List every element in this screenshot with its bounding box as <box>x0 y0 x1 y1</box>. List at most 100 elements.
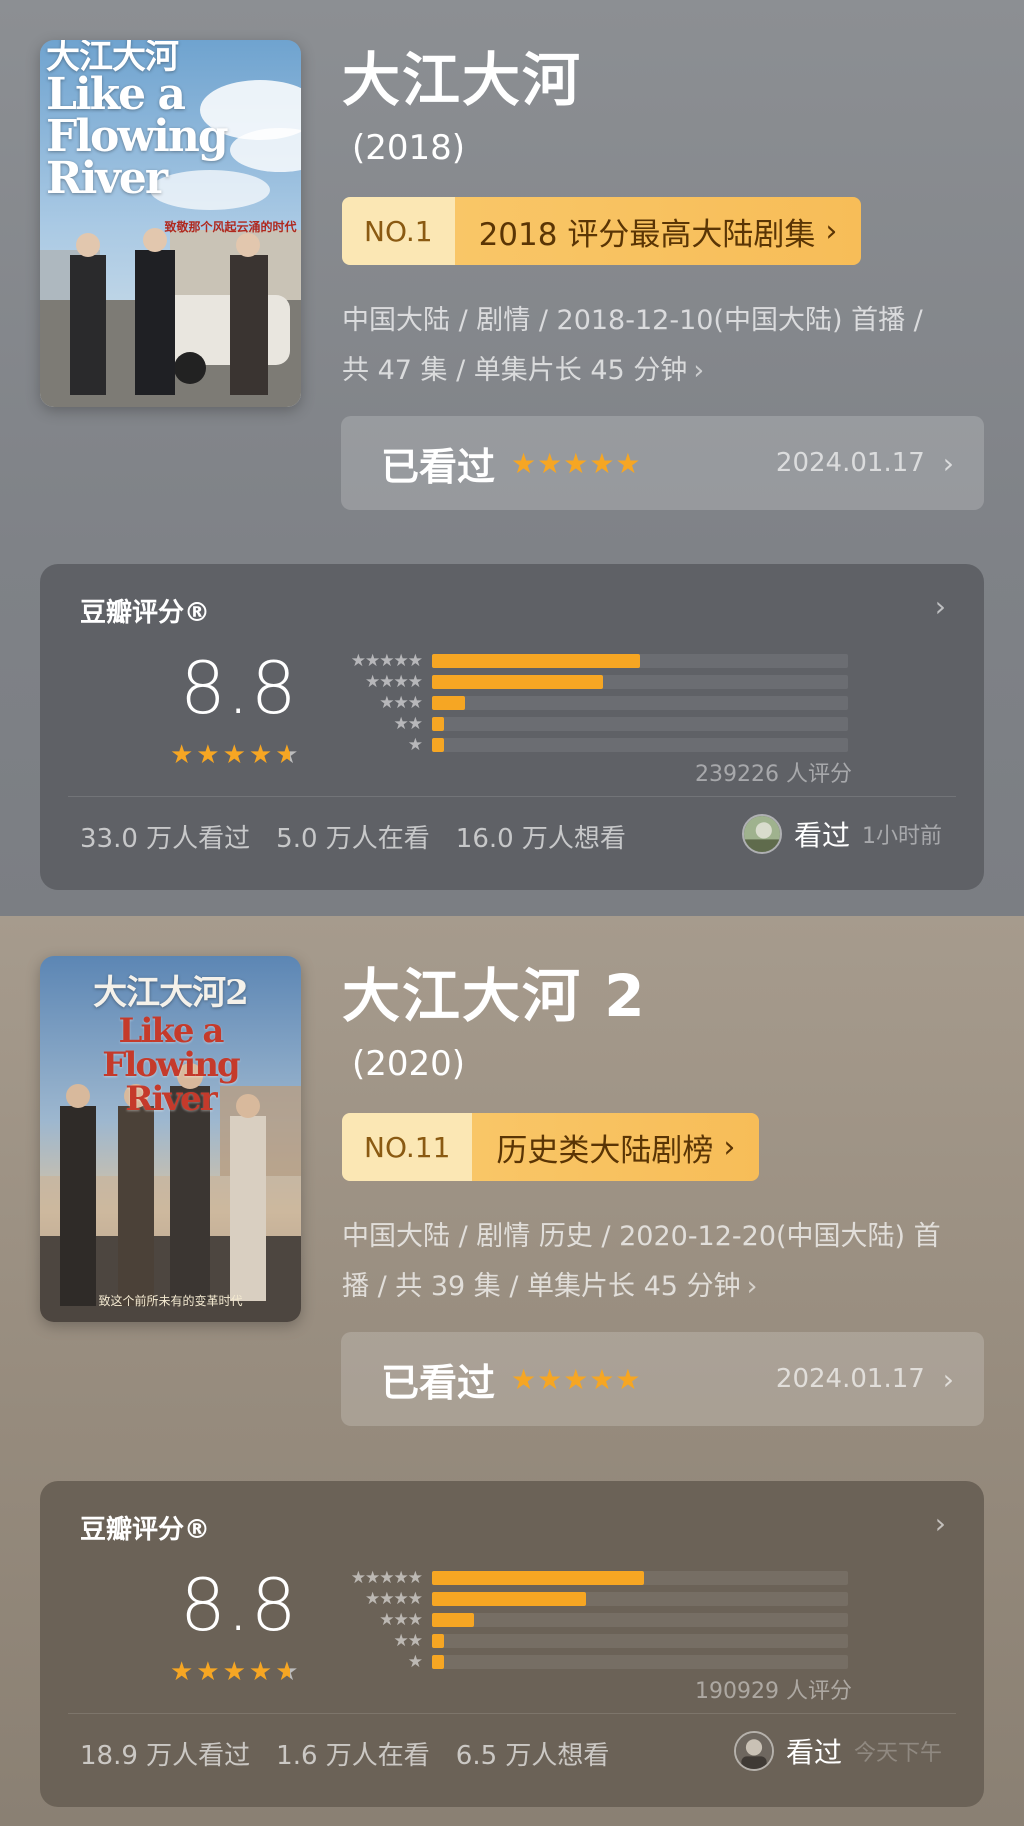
poster-title-en: Like a Flowing River <box>102 1011 240 1119</box>
distribution-track <box>432 1591 848 1606</box>
half-star-icon: ★ <box>275 740 302 770</box>
rating-stars: ★★★★★ <box>170 740 302 770</box>
watched-date: 2024.01.17 <box>775 448 925 478</box>
distribution-row: ★★★★ <box>336 1588 856 1609</box>
friend-action: 看过 <box>785 1736 842 1769</box>
subject-meta[interactable]: 中国大陆 / 剧情 历史 / 2020-12-20(中国大陆) 首 播 / 共 … <box>342 1212 992 1312</box>
friend-time: 今天下午 <box>853 1741 942 1766</box>
chevron-right-icon: › <box>723 1129 736 1165</box>
poster-title-en: Like a Flowing River <box>46 69 229 204</box>
distribution-row: ★★★ <box>336 692 856 713</box>
rank-badge[interactable]: NO.11 历史类大陆剧榜 › <box>342 1113 760 1181</box>
distribution-stars-label: ★★ <box>393 713 423 734</box>
distribution-row: ★★★★ <box>336 671 856 692</box>
half-star-icon: ★ <box>275 1657 302 1687</box>
rank-label: 2018 评分最高大陆剧集 <box>478 216 816 253</box>
distribution-row: ★★★★★ <box>336 650 856 671</box>
chevron-right-icon[interactable]: › <box>935 1507 946 1540</box>
chevron-right-icon: › <box>942 1362 954 1396</box>
friend-activity[interactable]: 看过 1小时前 <box>741 814 942 854</box>
watched-date: 2024.01.17 <box>775 1364 925 1394</box>
distribution-bar <box>432 1591 586 1606</box>
poster-tagline: 致这个前所未有的变革时代 <box>98 1294 243 1308</box>
douban-rating-card[interactable]: 豆瓣评分® › 8.8 ★★★★★ ★★★★★ ★★★★ ★★★ ★★ ★ 190929… <box>40 1481 984 1807</box>
poster-tagline: 致敬那个风起云涌的时代 <box>164 220 297 234</box>
distribution-track <box>432 737 848 752</box>
rank-number: NO.11 <box>342 1113 473 1181</box>
douban-rating-card[interactable]: 豆瓣评分® › 8.8 ★★★★★ ★★★★★ ★★★★ ★★★ ★★ ★ 239226… <box>40 564 984 890</box>
distribution-bar <box>432 695 466 710</box>
distribution-stars-label: ★★★★★ <box>350 650 423 671</box>
star-icon: ★★★★ <box>170 1657 276 1687</box>
rating-count: 190929 人评分 <box>695 1679 852 1704</box>
rating-score: 8.8 <box>180 646 298 730</box>
distribution-bar <box>432 1570 645 1585</box>
my-rating-stars: ★★★★★ <box>511 1362 642 1396</box>
distribution-bar <box>432 1612 474 1627</box>
subject-title: 大江大河 <box>342 46 583 114</box>
subject-year: (2018) <box>352 128 466 168</box>
distribution-stars-label: ★★★★ <box>365 1588 423 1609</box>
audience-stats: 18.9 万人看过 1.6 万人在看 6.5 万人想看 <box>80 1735 609 1772</box>
watched-count: 33.0 万人看过 <box>80 824 251 854</box>
chevron-right-icon: › <box>825 213 838 249</box>
distribution-bar <box>432 1633 445 1648</box>
friend-time: 1小时前 <box>862 824 942 849</box>
distribution-stars-label: ★★ <box>393 1630 423 1651</box>
distribution-stars-label: ★★★★ <box>365 671 423 692</box>
rank-label-wrap: 2018 评分最高大陆剧集 › <box>454 197 862 265</box>
want-count: 6.5 万人想看 <box>455 1741 610 1771</box>
chevron-right-icon: › <box>693 355 705 386</box>
meta-line-1: 中国大陆 / 剧情 / 2018-12-10(中国大陆) 首播 / <box>342 305 923 336</box>
subject-card-1: 大江大河 Like a Flowing River 致敬那个风起云涌的时代 大江… <box>0 0 1024 916</box>
poster-title-cn: 大江大河2 <box>93 973 249 1013</box>
distribution-stars-label: ★★★ <box>379 1609 423 1630</box>
rating-brand: 豆瓣评分® <box>80 1515 211 1545</box>
rank-label: 历史类大陆剧榜 <box>496 1132 714 1169</box>
my-rating-row[interactable]: 已看过 ★★★★★ 2024.01.17 › <box>341 1332 984 1426</box>
subject-meta[interactable]: 中国大陆 / 剧情 / 2018-12-10(中国大陆) 首播 / 共 47 集… <box>342 296 992 396</box>
distribution-track <box>432 716 848 731</box>
want-count: 16.0 万人想看 <box>455 824 626 854</box>
distribution-track <box>432 653 848 668</box>
rating-brand: 豆瓣评分® <box>80 598 211 628</box>
rating-distribution: ★★★★★ ★★★★ ★★★ ★★ ★ <box>336 1567 856 1672</box>
distribution-track <box>432 1612 848 1627</box>
watched-label: 已看过 <box>381 444 496 489</box>
rating-score: 8.8 <box>180 1563 298 1647</box>
meta-line-1: 中国大陆 / 剧情 历史 / 2020-12-20(中国大陆) 首 <box>342 1221 941 1252</box>
rating-distribution: ★★★★★ ★★★★ ★★★ ★★ ★ <box>336 650 856 755</box>
distribution-track <box>432 1654 848 1669</box>
distribution-bar <box>432 674 603 689</box>
avatar <box>741 814 782 854</box>
chevron-right-icon[interactable]: › <box>935 590 946 623</box>
my-rating-row[interactable]: 已看过 ★★★★★ 2024.01.17 › <box>341 416 984 510</box>
my-rating-stars: ★★★★★ <box>511 446 642 480</box>
subject-title: 大江大河 2 <box>342 962 647 1030</box>
star-icon: ★★★★ <box>170 740 276 770</box>
rating-count: 239226 人评分 <box>695 762 852 787</box>
distribution-track <box>432 695 848 710</box>
audience-stats: 33.0 万人看过 5.0 万人在看 16.0 万人想看 <box>80 818 626 855</box>
distribution-stars-label: ★★★ <box>379 692 423 713</box>
avatar <box>733 1731 774 1771</box>
distribution-row: ★ <box>336 734 856 755</box>
chevron-right-icon: › <box>746 1271 758 1302</box>
distribution-track <box>432 674 848 689</box>
distribution-row: ★★ <box>336 1630 856 1651</box>
poster-image-1[interactable]: 大江大河 Like a Flowing River 致敬那个风起云涌的时代 <box>40 40 301 407</box>
distribution-row: ★★★★★ <box>336 1567 856 1588</box>
divider <box>68 796 956 797</box>
poster-image-2[interactable]: 大江大河2 Like a Flowing River 致这个前所未有的变革时代 <box>40 956 301 1322</box>
meta-line-2: 共 47 集 / 单集片长 45 分钟 <box>342 355 688 386</box>
friend-activity[interactable]: 看过 今天下午 <box>733 1731 942 1771</box>
distribution-bar <box>432 716 445 731</box>
rank-badge[interactable]: NO.1 2018 评分最高大陆剧集 › <box>342 197 862 265</box>
meta-line-2: 播 / 共 39 集 / 单集片长 45 分钟 <box>342 1271 741 1302</box>
watching-count: 1.6 万人在看 <box>276 1741 430 1771</box>
watching-count: 5.0 万人在看 <box>276 824 430 854</box>
distribution-track <box>432 1570 848 1585</box>
divider <box>68 1713 956 1714</box>
chevron-right-icon: › <box>942 446 954 480</box>
friend-action: 看过 <box>793 819 850 852</box>
